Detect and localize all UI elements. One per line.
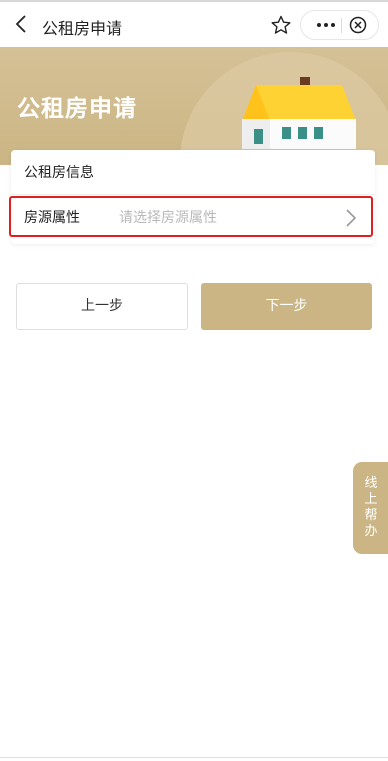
banner: 公租房申请 — [0, 47, 388, 165]
field-placeholder: 请选择房源属性 — [119, 210, 217, 226]
more-dots-icon[interactable] — [311, 17, 341, 33]
nav-bar: 公租房申请 — [0, 0, 388, 46]
field-label: 房源属性 — [24, 210, 80, 226]
close-circle-icon[interactable] — [349, 16, 367, 34]
prev-step-button[interactable]: 上一步 — [16, 283, 188, 330]
capsule-divider — [341, 18, 342, 33]
online-help-button[interactable]: 线上帮办 — [353, 462, 388, 554]
bottom-divider — [0, 757, 388, 758]
form-card: 公租房信息 房源属性 请选择房源属性 — [11, 150, 375, 244]
next-step-button[interactable]: 下一步 — [201, 283, 372, 330]
capsule-menu — [300, 10, 379, 40]
chevron-left-icon[interactable] — [12, 14, 32, 34]
house-illustration — [180, 52, 388, 165]
property-type-field[interactable]: 房源属性 请选择房源属性 — [11, 198, 375, 240]
nav-title: 公租房申请 — [42, 19, 123, 38]
help-label: 线上帮办 — [364, 476, 378, 539]
divider — [11, 194, 375, 195]
chevron-right-icon — [346, 209, 357, 227]
section-title: 公租房信息 — [24, 165, 94, 181]
star-icon[interactable] — [271, 15, 291, 35]
banner-title: 公租房申请 — [17, 96, 137, 122]
